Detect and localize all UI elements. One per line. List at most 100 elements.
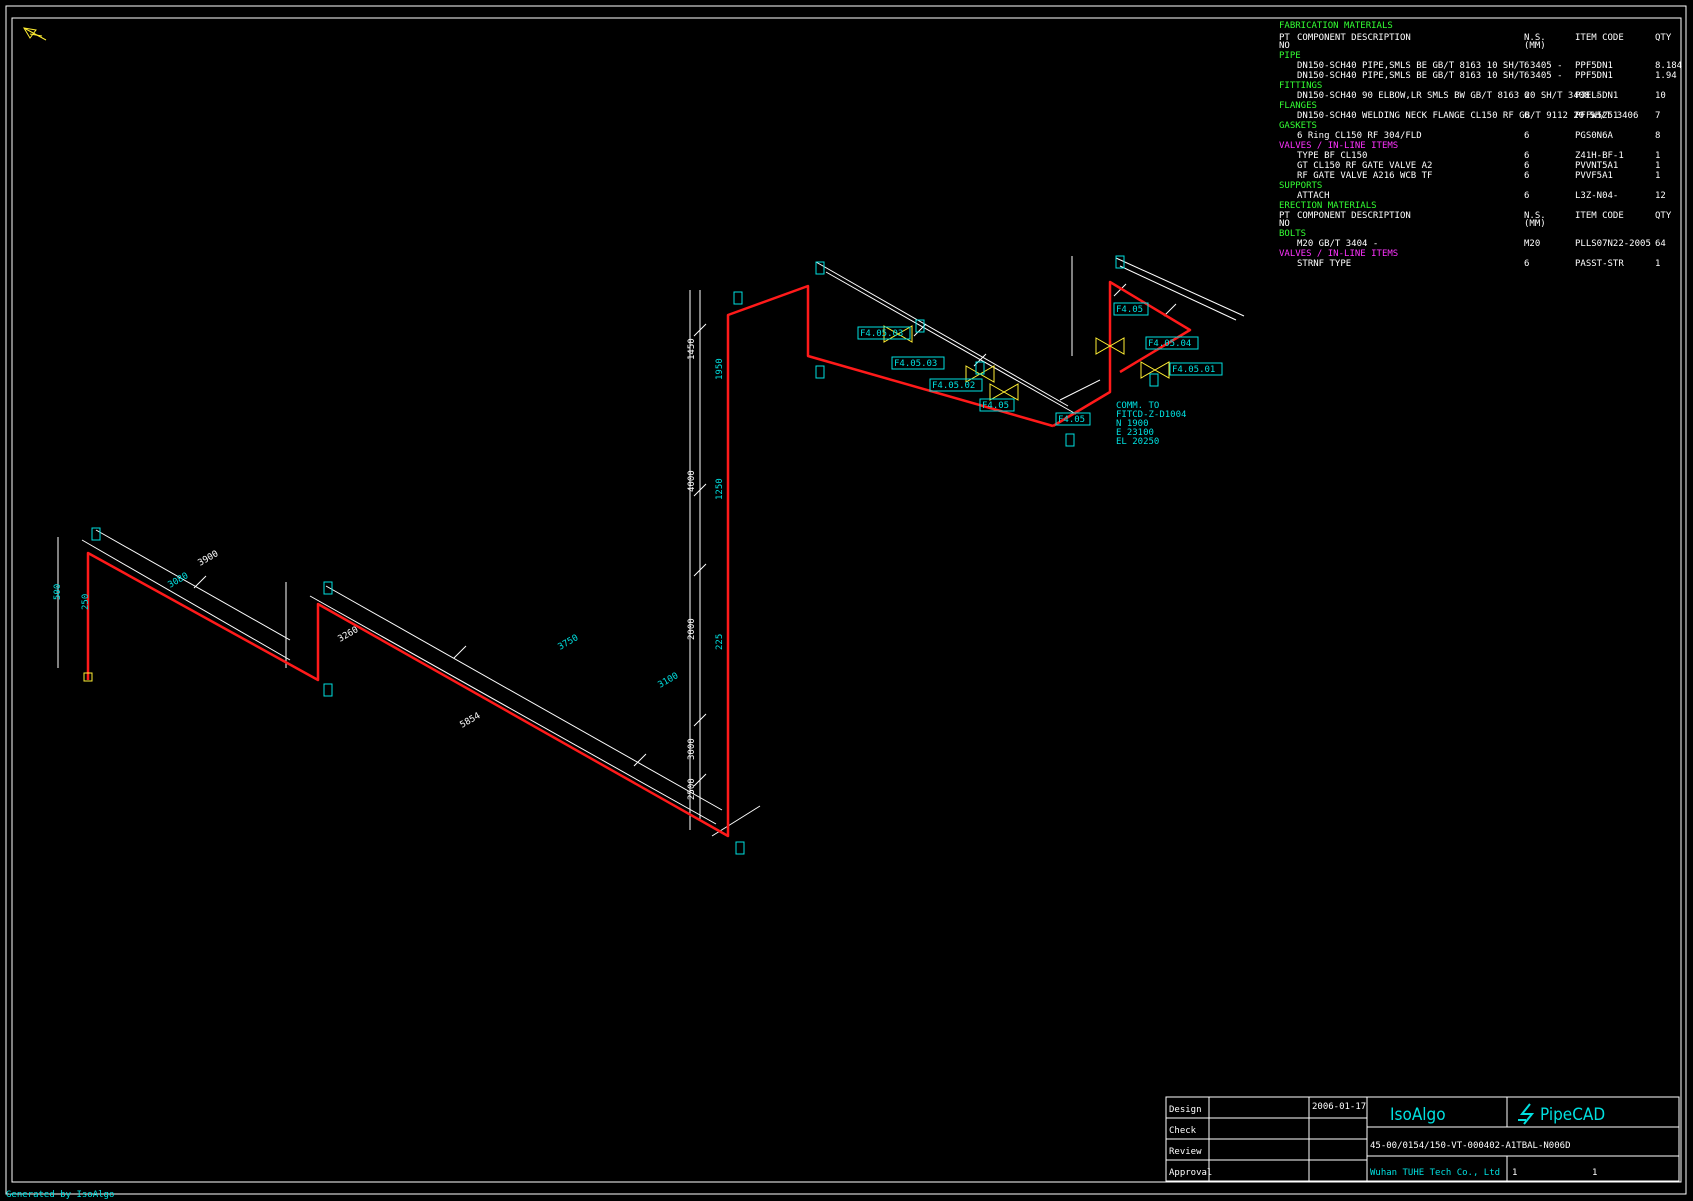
bom-section-heading: PIPE [1279,51,1301,61]
dimension-label: 1950 [715,358,725,380]
bom-header-cell: QTY [1655,211,1672,221]
component-tag: F4.05 [1058,415,1085,425]
dimension-line [325,585,723,811]
brand-name: PipeCAD [1540,1105,1605,1125]
bom-cell: PPF5DN1 [1575,71,1613,81]
bom-cell: RF GATE VALVE A216 WCB TF [1297,171,1432,181]
dimension-label: 3260 [337,625,361,645]
bom-cell: 6 [1524,91,1529,101]
comm-line: EL 20250 [1116,437,1159,447]
valves [83,325,1170,682]
bom-cell: 8.184 [1655,61,1682,71]
bom-section-heading: FLANGES [1279,101,1317,111]
dimension-label: 2000 [687,618,697,640]
row-label-approval: Approval [1169,1168,1212,1178]
row-label-check: Check [1169,1126,1197,1136]
dimension-line [309,595,717,825]
bom-header-cell: ITEM CODE [1575,211,1624,221]
weld-flag-icon [1065,433,1075,447]
bom-cell: 64 [1655,239,1666,249]
bom-cell: 6 [1524,259,1529,269]
bom-cell: Z41H-BF-1 [1575,151,1624,161]
bom-cell: 1 [1655,161,1660,171]
bom-cell: 6 [1524,131,1529,141]
weld-flag-icon [733,291,743,305]
bom-cell: ATTACH [1297,191,1330,201]
bom-header-cell: NO [1279,41,1290,51]
bom-cell: PGS0N6A [1575,131,1614,141]
bom-cell: PFFW5251 [1575,111,1618,121]
weld-flag-icon [91,527,101,541]
component-tag: F4.05 [982,401,1009,411]
bom-cell: 1 [1655,151,1660,161]
bom-cell: 6 Ring CL150 RF 304/FLD [1297,131,1422,141]
dimension-line [825,271,1077,415]
bom-cell: 6 [1524,161,1529,171]
drawing-number: 45-00/0154/150-VT-000402-A1TBAL-N006D [1370,1141,1570,1151]
bom-cell: GT CL150 RF GATE VALVE A2 [1297,161,1432,171]
component-tag: F4.05.04 [1148,339,1191,349]
dimension-label: 500 [53,584,63,600]
bom-header-cell: ITEM CODE [1575,33,1624,43]
bom-section-heading: FITTINGS [1279,81,1322,91]
bom-cell: 6 [1524,61,1529,71]
bom-cell: 1 [1655,259,1660,269]
bom-cell: DN150-SCH40 90 ELBOW,LR SMLS BW GB/T 816… [1297,91,1600,101]
bom-cell: L3Z-N04- [1575,191,1618,201]
dimension-tick [633,753,647,767]
weld-flag-icon [735,841,745,855]
dimension-tick [453,645,467,659]
bom-cell: 7 [1655,111,1660,121]
dimension-labels: 3900 3750 3260 3100 5854 3080 1450 4000 2000 3000… [53,338,725,800]
bom-cell: 1 [1655,171,1660,181]
bom-cell: 12 [1655,191,1666,201]
bom-header-cell: (MM) [1524,41,1546,51]
bom-cell: M20 [1524,239,1540,249]
bom-cell: 6 [1524,71,1529,81]
dimension-label: 4000 [687,470,697,492]
component-tag: F4.05.03 [860,329,903,339]
inner-border [11,17,1682,1183]
weld-markers [91,255,1159,855]
bom-cell: DN150-SCH40 PIPE,SMLS BE GB/T 8163 10 SH… [1297,71,1563,81]
weld-flag-icon [1149,373,1159,387]
design-date: 2006-01-17 [1312,1102,1366,1112]
valve-icon [1140,361,1170,379]
dimension-label: 3100 [657,671,681,691]
weld-flag-icon [323,581,333,595]
row-label-review: Review [1169,1147,1202,1157]
dimension-label: 3080 [167,571,191,591]
component-tag: F4.05.03 [894,359,937,369]
bom-header-cell: COMPONENT DESCRIPTION [1297,33,1411,43]
row-label-design: Design [1169,1105,1202,1115]
dimension-lines [57,256,1245,837]
component-tag: F4.05 [1116,305,1143,315]
bom-cell: 1.94 [1655,71,1677,81]
software-name: IsoAlgo [1390,1105,1446,1125]
bom-header-cell: COMPONENT DESCRIPTION [1297,211,1411,221]
bom-cell: 6 [1524,151,1529,161]
bom-cell: M20 GB/T 3404 - [1297,239,1378,249]
bom-section-heading: SUPPORTS [1279,181,1322,191]
dimension-line [95,529,291,641]
bom-section-heading: ERECTION MATERIALS [1279,201,1377,211]
outer-border [5,5,1687,1195]
weld-flag-icon [323,683,333,697]
dimension-label: 1250 [715,478,725,500]
dimension-label: 5854 [459,711,483,731]
bom-cell: TYPE BF CL150 [1297,151,1367,161]
dimension-label: 3000 [687,738,697,760]
dimension-label: 2500 [687,778,697,800]
bom-cell: PVVNT5A1 [1575,161,1618,171]
sheet-total: 1 [1592,1168,1597,1178]
bom-cell: PVVF5A1 [1575,171,1613,181]
bom-section-heading: GASKETS [1279,121,1317,131]
generated-by-footer: Generated by IsoAlgo [6,1190,114,1200]
isometric-drawing: 3900 3750 3260 3100 5854 3080 1450 4000 2000 3000… [5,5,1687,1200]
bom-cell: 10 [1655,91,1666,101]
dimension-label: 1450 [687,338,697,360]
dimension-label: 3750 [557,633,581,653]
bom-cell: 8 [1655,131,1660,141]
title-block-text: Design Check Review Approval 2006-01-17 … [1169,1102,1605,1178]
bom-cell: PASST-STR [1575,259,1624,269]
